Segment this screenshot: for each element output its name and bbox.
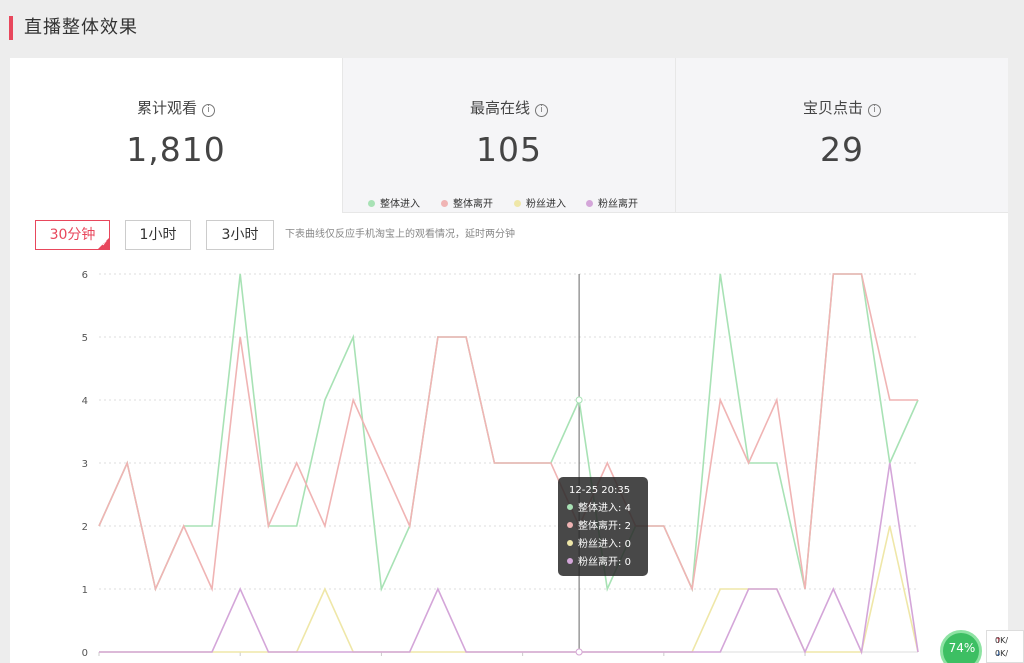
download-speed: 0K/ [995,649,1009,658]
tooltip-row: 整体离开: 2 [567,520,631,534]
upload-speed: 0K/ [995,636,1009,645]
cpu-percent: 74% [948,641,976,655]
tooltip-dot-icon [567,522,573,528]
y-tick-label: 4 [82,396,88,407]
y-tick-label: 5 [82,333,88,344]
chart-tooltip: 12-25 20:35 整体进入: 4 整体离开: 2 粉丝进入: 0 粉丝离开… [558,477,648,576]
y-tick-label: 2 [82,522,88,533]
y-tick-label: 0 [82,648,88,659]
hover-point [575,396,583,404]
network-speed-panel: ↑ 0K/ ↓ 0K/ [986,630,1024,663]
tooltip-dot-icon [567,558,573,564]
hover-point [575,648,583,656]
tooltip-row: 粉丝进入: 0 [567,538,631,552]
y-tick-label: 6 [82,270,88,281]
y-tick-label: 1 [82,585,88,596]
series-line-4 [99,462,919,655]
y-tick-label: 3 [82,459,88,470]
tooltip-row: 粉丝离开: 0 [567,556,631,570]
network-monitor-widget[interactable]: 74% ↑ 0K/ ↓ 0K/ [940,628,1024,663]
tooltip-dot-icon [567,540,573,546]
tooltip-time: 12-25 20:35 [569,485,631,496]
line-chart[interactable]: 0 1 2 3 4 5 6 [0,0,1024,663]
tooltip-row: 整体进入: 4 [567,502,631,516]
series-line-1 [98,273,919,593]
tooltip-dot-icon [567,504,573,510]
